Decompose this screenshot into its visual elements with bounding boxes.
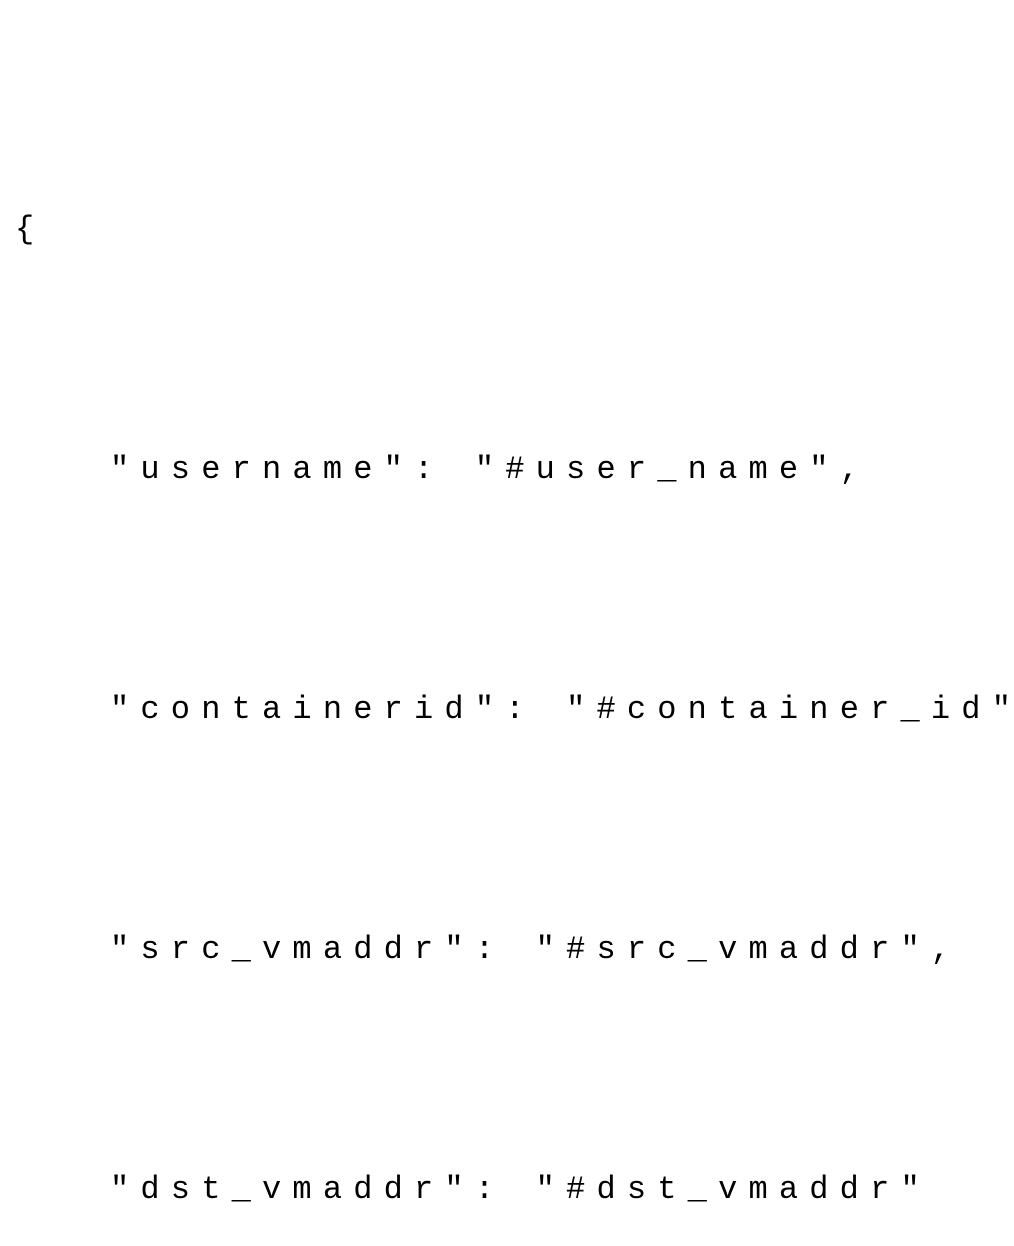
json-key: "username" <box>110 451 414 488</box>
json-key: "containerid" <box>110 691 505 728</box>
code-line: "dst_vmaddr": "#dst_vmaddr" <box>15 1150 999 1230</box>
code-line: "username": "#user_name", <box>15 430 999 510</box>
json-key: "dst_vmaddr" <box>110 1171 475 1208</box>
json-key: "src_vmaddr" <box>110 931 475 968</box>
json-sep: : <box>475 931 536 968</box>
json-code-block: { "username": "#user_name", "containerid… <box>15 30 999 1246</box>
json-sep: : <box>475 1171 536 1208</box>
json-sep: : <box>414 451 475 488</box>
open-brace: { <box>15 190 999 270</box>
json-value: "#src_vmaddr" <box>536 931 931 968</box>
code-line: "containerid": "#container_id", <box>15 670 999 750</box>
json-tail: , <box>931 931 961 968</box>
json-value: "#dst_vmaddr" <box>536 1171 931 1208</box>
code-line: "src_vmaddr": "#src_vmaddr", <box>15 910 999 990</box>
json-tail: , <box>840 451 870 488</box>
json-value: "#container_id" <box>566 691 1014 728</box>
json-sep: : <box>505 691 566 728</box>
json-value: "#user_name" <box>475 451 840 488</box>
